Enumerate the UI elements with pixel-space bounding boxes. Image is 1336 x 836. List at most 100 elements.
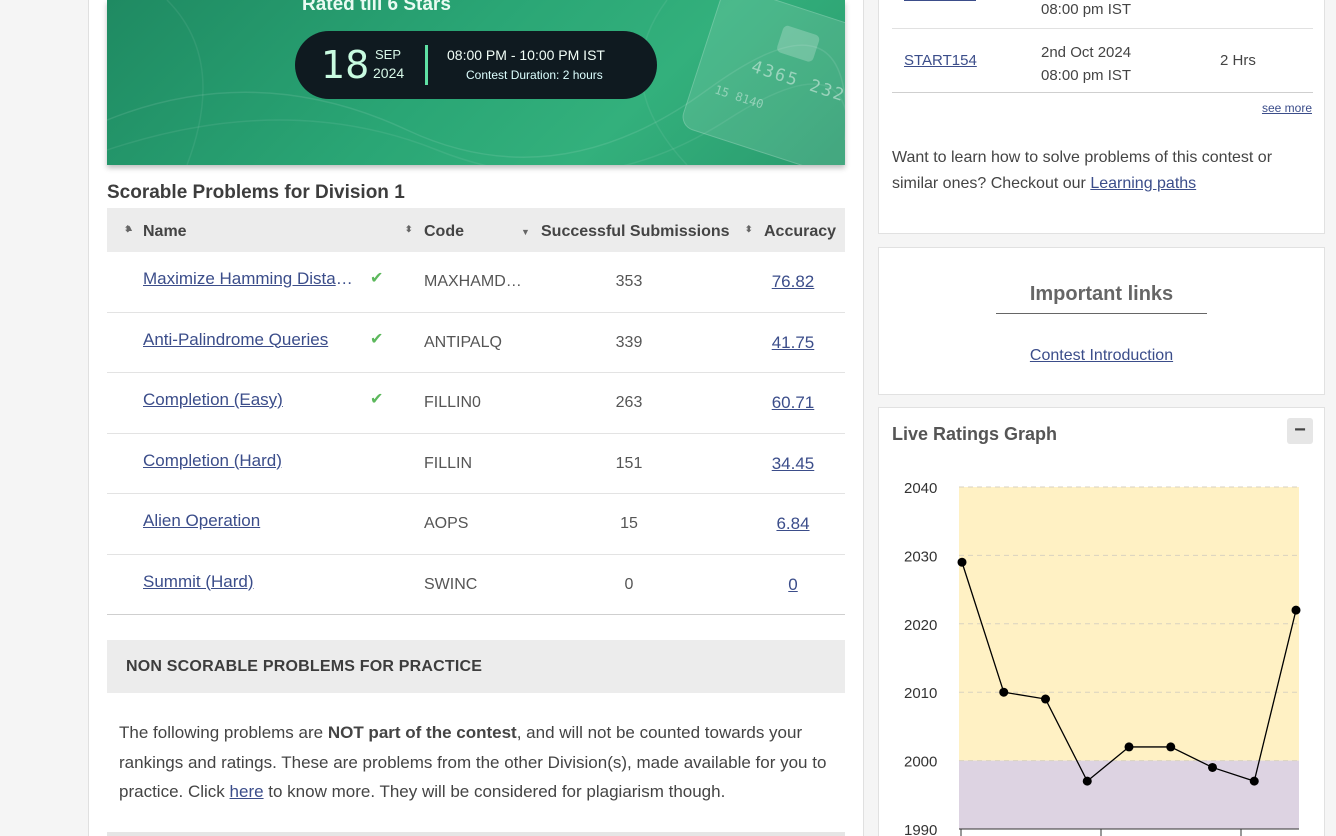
table-header: ▲ ⬍ Name ⬍ Code ▼ Successful Submissions…: [107, 208, 845, 252]
title-underline: [996, 313, 1207, 314]
contest-start-time: 08:00 pm IST: [1041, 67, 1132, 84]
solved-check-icon: ✔: [370, 270, 384, 287]
y-tick-label: 2000: [904, 754, 937, 771]
y-tick-label: 2020: [904, 617, 937, 634]
sort-down-icon[interactable]: ▼: [521, 227, 530, 237]
problem-name-link[interactable]: Alien Operation: [143, 511, 353, 531]
problem-submissions: 263: [615, 394, 643, 411]
problem-name-link[interactable]: Completion (Hard): [143, 451, 353, 471]
banner-rated-text: Rated till 6 Stars: [302, 0, 451, 15]
contest-datetime: 2nd Oct 2024 08:00 pm IST: [1041, 41, 1131, 87]
problem-name-link[interactable]: Maximize Hamming Distance: [143, 269, 353, 289]
date-month: SEP: [375, 47, 402, 62]
row-divider: [892, 28, 1313, 29]
problem-code: ANTIPALQ: [424, 333, 502, 351]
see-more-link[interactable]: see more: [1262, 101, 1312, 115]
non-scorable-description: The following problems are NOT part of t…: [119, 718, 839, 807]
table-row: Summit (Hard) SWINC 0 0: [107, 555, 845, 615]
header-accuracy[interactable]: Accuracy: [764, 223, 836, 241]
problem-code: FILLIN: [424, 454, 473, 472]
header-code[interactable]: Code: [424, 223, 464, 241]
rating-point: [1041, 694, 1050, 704]
problem-submissions: 151: [615, 454, 643, 472]
problem-accuracy-link[interactable]: 76.82: [733, 272, 853, 292]
non-scorable-title: NON SCORABLE PROBLEMS FOR PRACTICE: [126, 658, 483, 675]
table-row: Maximize Hamming Distance ✔ MAXHAMDIST 353 7…: [107, 252, 845, 313]
important-links-title: Important links: [1029, 283, 1174, 305]
y-tick-label: 2040: [904, 480, 937, 497]
problem-accuracy-link[interactable]: 6.84: [733, 514, 853, 534]
here-link[interactable]: here: [230, 782, 264, 801]
learn-text: Want to learn how to solve problems of t…: [892, 149, 1273, 192]
problem-accuracy-link[interactable]: 0: [733, 575, 853, 595]
sort-updown-icon[interactable]: ⬍: [124, 224, 132, 235]
upcoming-contests-box: 08:00 pm IST START154 2nd Oct 2024 08:00…: [878, 0, 1325, 234]
table-body: Maximize Hamming Distance ✔ MAXHAMDIST 353 7…: [107, 252, 845, 615]
problem-name-link[interactable]: Anti-Palindrome Queries: [143, 330, 353, 350]
contest-date-pill: 18 SEP 2024 08:00 PM - 10:00 PM IST Cont…: [295, 31, 657, 99]
solved-check-icon: ✔: [370, 391, 384, 408]
learning-paths-text: Want to learn how to solve problems of t…: [892, 145, 1312, 197]
date-day: 18: [321, 43, 370, 87]
previous-contest-link[interactable]: [904, 0, 976, 1]
contest-banner: Rated till 6 Stars 18 SEP 2024 08:00 PM …: [107, 0, 845, 165]
problem-submissions: 339: [615, 333, 643, 351]
sort-updown-icon[interactable]: ⬍: [405, 224, 413, 235]
problem-code: MAXHAMDIST: [424, 273, 526, 290]
row-divider: [892, 92, 1313, 93]
problem-name-link[interactable]: Completion (Easy): [143, 390, 353, 410]
learning-paths-link[interactable]: Learning paths: [1090, 175, 1196, 192]
ratings-chart: 2040 2030 2020 2010 2000 1990: [904, 480, 1301, 836]
main-panel: Rated till 6 Stars 18 SEP 2024 08:00 PM …: [88, 0, 864, 836]
rating-point: [1249, 776, 1259, 786]
rating-point: [1124, 742, 1134, 752]
rating-point: [1166, 742, 1176, 752]
card-chip-icon: [775, 24, 821, 63]
section-divider: [107, 832, 845, 836]
date-year: 2024: [373, 65, 405, 81]
rating-band: [959, 760, 1299, 829]
y-tick-label: 2010: [904, 685, 937, 702]
date-separator: [425, 45, 428, 85]
problem-name-link[interactable]: Summit (Hard): [143, 572, 353, 592]
table-row: Anti-Palindrome Queries ✔ ANTIPALQ 339 41.75: [107, 313, 845, 373]
desc-text: The following problems are: [119, 723, 328, 742]
rating-point: [957, 557, 967, 567]
collapse-button[interactable]: −: [1287, 418, 1313, 444]
contest-code-link[interactable]: START154: [904, 52, 977, 69]
desc-text: to know more. They will be considered fo…: [263, 782, 726, 801]
y-tick-label: 1990: [904, 822, 937, 836]
sort-updown-icon[interactable]: ⬍: [745, 224, 753, 235]
live-ratings-graph-box: 2040 2030 2020 2010 2000 1990 Live Ratings Gr…: [878, 407, 1325, 836]
important-links-list: Contest Introduction: [879, 347, 1324, 365]
contest-time: 08:00 PM - 10:00 PM IST: [447, 47, 605, 63]
contest-date: 2nd Oct 2024: [1041, 44, 1132, 61]
problem-submissions: 0: [624, 575, 634, 593]
problem-code: AOPS: [424, 515, 469, 532]
solved-check-icon: ✔: [370, 330, 384, 348]
problems-table: ▲ ⬍ Name ⬍ Code ▼ Successful Submissions…: [107, 208, 845, 615]
problem-accuracy-link[interactable]: 60.71: [733, 393, 853, 413]
table-row: Completion (Easy) ✔ FILLIN0 263 60.71: [107, 373, 845, 434]
table-row: Alien Operation AOPS 15 6.84: [107, 494, 845, 555]
problem-code: FILLIN0: [424, 394, 481, 411]
rating-point: [999, 687, 1009, 697]
header-submissions[interactable]: Successful Submissions: [541, 223, 730, 241]
non-scorable-header: NON SCORABLE PROBLEMS FOR PRACTICE: [107, 640, 845, 693]
scorable-problems-title: Scorable Problems for Division 1: [107, 182, 405, 203]
problem-submissions: 353: [615, 273, 643, 290]
contest-duration-cell: 2 Hrs: [1220, 52, 1256, 69]
problem-submissions: 15: [620, 515, 638, 532]
problem-accuracy-link[interactable]: 34.45: [733, 454, 853, 474]
rating-point: [1208, 762, 1217, 772]
header-name[interactable]: Name: [143, 223, 187, 241]
problem-accuracy-link[interactable]: 41.75: [733, 333, 853, 353]
contest-duration: Contest Duration: 2 hours: [466, 68, 603, 82]
contest-introduction-link[interactable]: Contest Introduction: [1030, 347, 1173, 364]
desc-bold: NOT part of the contest: [327, 723, 517, 742]
rating-point: [1082, 776, 1092, 786]
rating-point: [1291, 605, 1301, 615]
previous-contest-time: 08:00 pm IST: [1041, 1, 1132, 18]
card-small-text: 15 8140: [712, 82, 766, 112]
y-tick-label: 2030: [904, 548, 937, 565]
